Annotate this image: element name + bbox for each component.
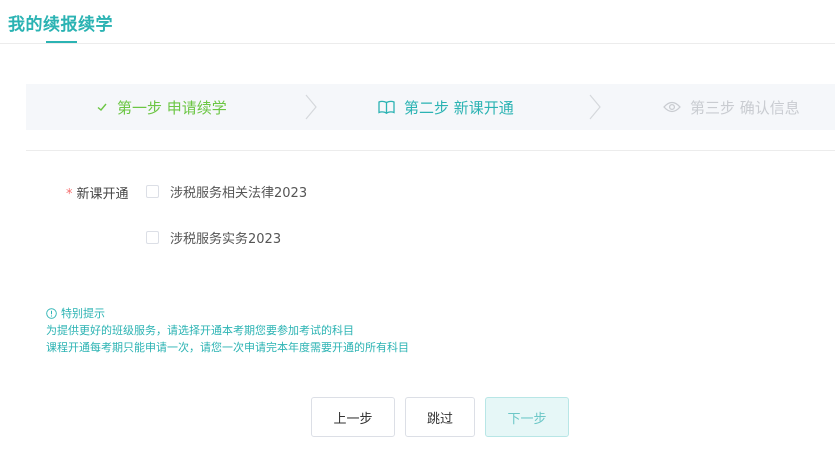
special-notice: 特别提示 为提供更好的班级服务，请选择开通本考期您要参加考试的科目 课程开通每考…: [46, 305, 409, 356]
step-label: 第二步 新课开通: [404, 98, 514, 117]
info-icon: [46, 308, 57, 319]
course-name: 涉税服务实务2023: [170, 232, 282, 247]
course-checkbox[interactable]: [146, 231, 159, 244]
course-name: 涉税服务相关法律2023: [170, 186, 308, 201]
chevron-right-icon: [305, 94, 317, 120]
notice-line: 课程开通每考期只能申请一次，请您一次申请完本年度需要开通的所有科目: [46, 341, 409, 354]
required-mark: *: [66, 187, 73, 202]
skip-button[interactable]: 跳过: [405, 397, 475, 437]
notice-line: 为提供更好的班级服务，请选择开通本考期您要参加考试的科目: [46, 324, 354, 337]
step-label: 第一步 申请续学: [117, 98, 227, 117]
course-option-practice[interactable]: 涉税服务实务2023: [146, 228, 281, 247]
step-new-course: 第二步 新课开通: [378, 84, 514, 130]
page-title: 我的续报续学: [8, 15, 113, 35]
step-confirm-info: 第三步 确认信息: [663, 84, 800, 130]
prev-step-button[interactable]: 上一步: [311, 397, 395, 437]
step-label: 第三步 确认信息: [690, 98, 800, 117]
book-icon: [378, 100, 395, 114]
section-divider: [26, 150, 835, 151]
check-icon: [96, 101, 108, 113]
next-step-button[interactable]: 下一步: [485, 397, 569, 437]
new-course-label: * 新课开通: [66, 183, 129, 202]
header-divider: [0, 43, 835, 44]
chevron-right-icon: [589, 94, 601, 120]
new-course-label-text: 新课开通: [76, 187, 129, 202]
steps-bar: 第一步 申请续学 第二步 新课开通 第三步 确认信息: [26, 84, 835, 130]
notice-title: 特别提示: [61, 307, 105, 320]
step-apply-renewal: 第一步 申请续学: [96, 84, 227, 130]
course-checkbox[interactable]: [146, 185, 159, 198]
notice-header: 特别提示: [46, 305, 409, 322]
eye-icon: [663, 101, 681, 113]
course-option-law[interactable]: 涉税服务相关法律2023: [146, 182, 307, 201]
